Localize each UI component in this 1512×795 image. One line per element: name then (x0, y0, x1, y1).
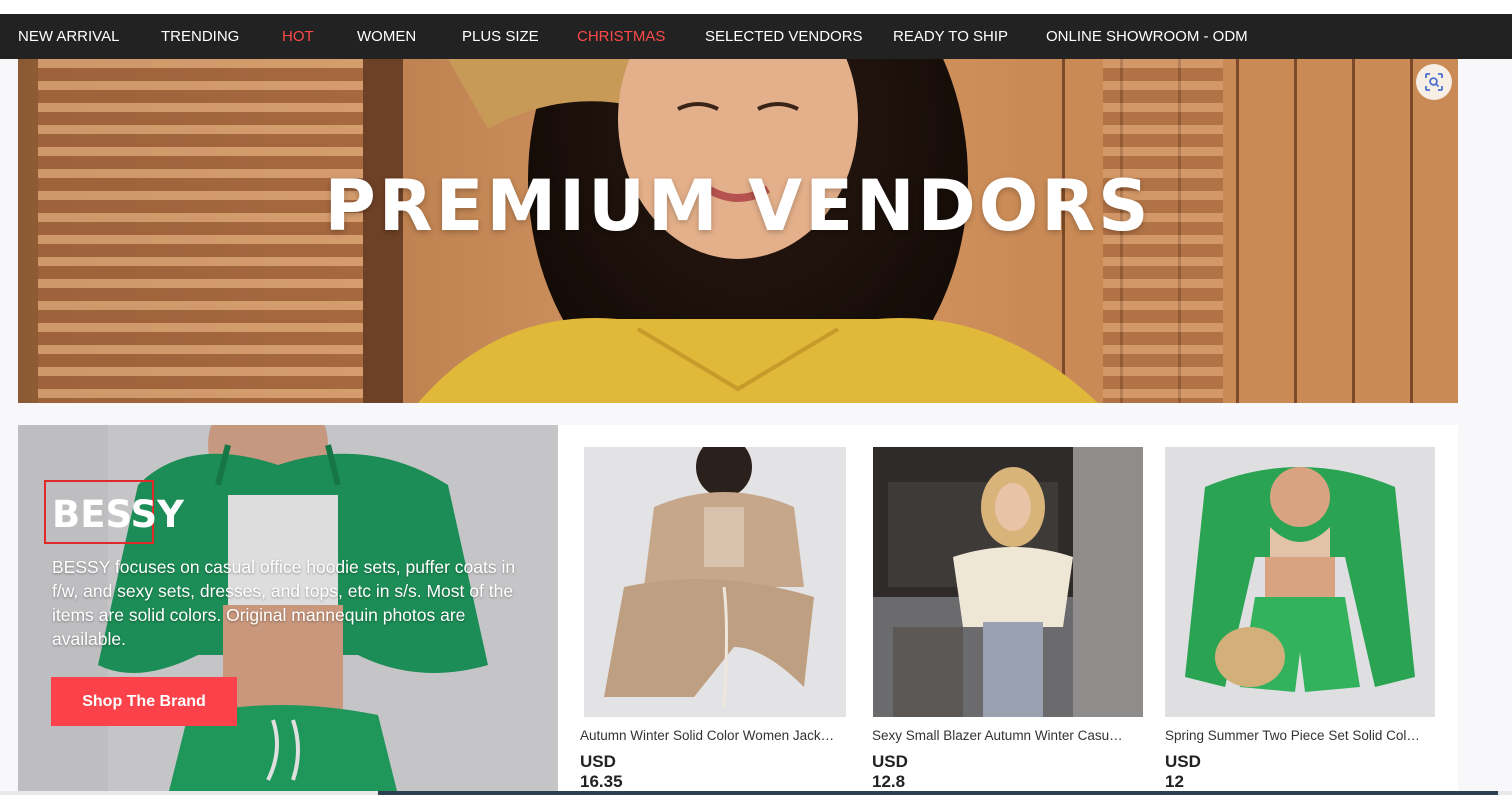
product-image[interactable] (1165, 447, 1435, 717)
shop-the-brand-button[interactable]: Shop The Brand (51, 677, 237, 726)
product-title[interactable]: Spring Summer Two Piece Set Solid Color … (1165, 728, 1423, 743)
nav-plus-size[interactable]: PLUS SIZE (462, 14, 539, 59)
hero-title: PREMIUM VENDORS (324, 165, 1152, 247)
nav-ready-to-ship[interactable]: READY TO SHIP (893, 14, 1008, 59)
nav-hot[interactable]: HOT (282, 14, 314, 59)
nav-trending[interactable]: TRENDING (161, 14, 239, 59)
brand-name: BESSY (52, 493, 184, 536)
brand-description: BESSY focuses on casual office hoodie se… (52, 557, 516, 649)
product-price: USD 12.8 (872, 752, 908, 791)
product-price: USD 16.35 (580, 752, 623, 791)
product-title[interactable]: Autumn Winter Solid Color Women Jacket S… (580, 728, 838, 743)
nav-christmas[interactable]: CHRISTMAS (577, 14, 665, 59)
product-photo (584, 447, 846, 717)
product-title[interactable]: Sexy Small Blazer Autumn Winter Casual S… (872, 728, 1130, 743)
product-photo (1165, 447, 1435, 717)
top-gap (0, 0, 1512, 14)
product-list: Autumn Winter Solid Color Women Jacket S… (558, 425, 1458, 795)
visual-search-icon (1425, 73, 1443, 91)
nav-selected-vendors[interactable]: SELECTED VENDORS (705, 14, 863, 59)
hero-banner[interactable]: PREMIUM VENDORS (18, 59, 1458, 403)
brand-feature-panel: BESSY BESSY focuses on casual office hoo… (18, 425, 558, 795)
main-nav: NEW ARRIVAL TRENDING HOT WOMEN PLUS SIZE… (0, 14, 1512, 59)
product-photo (873, 447, 1143, 717)
nav-women[interactable]: WOMEN (357, 14, 416, 59)
nav-online-showroom[interactable]: ONLINE SHOWROOM - ODM (1046, 14, 1248, 59)
product-image[interactable] (584, 447, 846, 717)
visual-search-button[interactable] (1416, 64, 1452, 100)
horizontal-scrollbar-thumb[interactable] (378, 791, 1498, 795)
product-price: USD 12 (1165, 752, 1201, 791)
product-image[interactable] (873, 447, 1143, 717)
nav-new-arrival[interactable]: NEW ARRIVAL (18, 14, 119, 59)
